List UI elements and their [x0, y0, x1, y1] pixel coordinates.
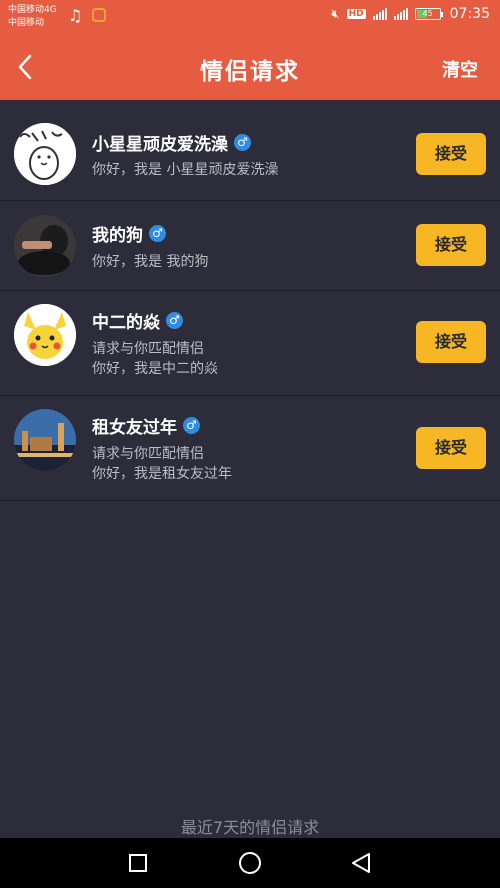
male-gender-icon: ♂	[149, 225, 166, 242]
recent-apps-icon[interactable]	[129, 854, 147, 872]
signal-icon-2	[393, 8, 408, 20]
nav-back-icon[interactable]	[349, 851, 373, 875]
request-list: 小星星顽皮爱洗澡 ♂ 你好，我是 小星星顽皮爱洗澡 接受 我的狗 ♂ 你好，我是…	[0, 100, 500, 501]
accept-button[interactable]: 接受	[416, 427, 486, 469]
accept-button[interactable]: 接受	[416, 224, 486, 266]
avatar[interactable]	[14, 123, 76, 185]
carrier-info: 中国移动4G 中国移动	[8, 4, 57, 30]
page-title: 情侣请求	[200, 59, 300, 85]
avatar[interactable]	[14, 215, 76, 277]
request-row: 小星星顽皮爱洗澡 ♂ 你好，我是 小星星顽皮爱洗澡 接受	[0, 100, 500, 201]
mute-icon: 🔇︎	[331, 6, 340, 22]
carrier-1: 中国移动4G	[8, 5, 57, 15]
request-row: 租女友过年 ♂ 请求与你匹配情侣 你好，我是租女友过年 接受	[0, 396, 500, 501]
request-message: 你好，我是 我的狗	[92, 254, 209, 270]
pikachu-avatar-image	[14, 304, 76, 366]
request-message: 你好，我是 小星星顽皮爱洗澡	[92, 162, 279, 178]
male-gender-icon: ♂	[234, 134, 251, 151]
requester-name: 中二的焱	[92, 313, 160, 333]
clear-button[interactable]: 清空	[442, 56, 478, 82]
cartoon-avatar-image	[14, 123, 76, 185]
carrier-2: 中国移动	[8, 18, 45, 28]
accept-button[interactable]: 接受	[416, 321, 486, 363]
status-bar: 中国移动4G 中国移动 ♫ 🔇︎ HD 45 07:35	[0, 0, 500, 34]
app-notification-icon	[92, 8, 106, 22]
battery-icon: 45	[414, 8, 443, 20]
clock: 07:35	[449, 6, 490, 22]
request-message: 请求与你匹配情侣 你好，我是中二的焱	[92, 341, 218, 377]
avatar[interactable]	[14, 304, 76, 366]
system-nav-bar	[0, 838, 500, 888]
male-gender-icon: ♂	[166, 312, 183, 329]
signal-icon	[372, 8, 387, 20]
male-gender-icon: ♂	[183, 417, 200, 434]
request-message: 请求与你匹配情侣 你好，我是租女友过年	[92, 446, 232, 482]
footer-note: 最近7天的情侣请求	[180, 818, 320, 837]
battery-level: 45	[422, 9, 433, 18]
accept-button[interactable]: 接受	[416, 133, 486, 175]
music-note-icon: ♫	[68, 6, 83, 25]
requester-name: 我的狗	[92, 226, 143, 246]
header: 情侣请求 清空	[0, 34, 500, 100]
status-indicators: 🔇︎ HD 45 07:35	[331, 6, 490, 22]
request-row: 中二的焱 ♂ 请求与你匹配情侣 你好，我是中二的焱 接受	[0, 291, 500, 396]
home-icon[interactable]	[239, 852, 261, 874]
avatar[interactable]	[14, 409, 76, 471]
city-avatar-image	[14, 409, 76, 471]
request-row: 我的狗 ♂ 你好，我是 我的狗 接受	[0, 201, 500, 291]
hd-badge: HD	[346, 9, 366, 19]
requester-name: 租女友过年	[92, 418, 177, 438]
photo-avatar-image	[14, 215, 76, 277]
requester-name: 小星星顽皮爱洗澡	[92, 135, 228, 155]
